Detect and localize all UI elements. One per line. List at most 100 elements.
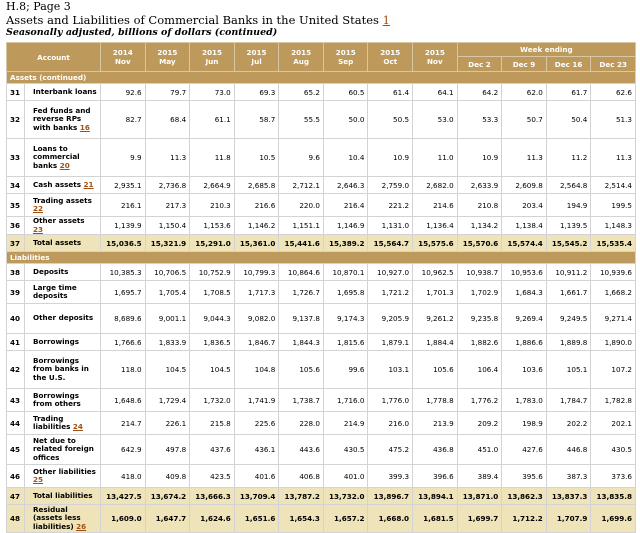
value-cell: 1,695.8: [322, 280, 369, 304]
value-cell: 1,699.7: [456, 504, 503, 533]
line-number: 37: [6, 234, 25, 252]
row-label-text: Borrowings from others: [33, 390, 81, 408]
value-cell: 475.2: [367, 434, 414, 465]
table-row: 48 Residual (assets less liabilities) 26 1…: [6, 504, 636, 533]
value-cell: 1,844.3: [278, 333, 324, 351]
month-column-header: 2015 Nov: [412, 42, 458, 72]
value-cell: 213.9: [412, 411, 458, 435]
week-column-header: Dec 2: [456, 56, 503, 72]
value-cell: 2,685.8: [233, 176, 280, 194]
column-month: Nov: [114, 57, 131, 66]
value-cell: 430.5: [590, 434, 636, 465]
value-cell: 15,389.2: [322, 234, 369, 252]
value-cell: 1,889.8: [545, 333, 592, 351]
value-cell: 2,759.0: [367, 176, 414, 194]
page-reference: H.8; Page 3: [6, 0, 71, 13]
value-cell: 210.8: [456, 193, 503, 217]
value-cell: 1,153.6: [189, 216, 235, 235]
value-cell: 396.6: [412, 464, 458, 488]
value-cell: 92.6: [100, 83, 146, 101]
value-cell: 9,271.4: [590, 303, 636, 334]
value-cell: 209.2: [456, 411, 503, 435]
value-cell: 1,651.6: [233, 504, 280, 533]
line-number: 33: [6, 138, 25, 177]
month-column-header: 2015 Oct: [367, 42, 414, 72]
value-cell: 210.3: [189, 193, 235, 217]
row-label-text: Total assets: [33, 237, 82, 247]
value-cell: 13,787.2: [278, 487, 324, 505]
value-cell: 1,836.5: [189, 333, 235, 351]
row-label-text: Deposits: [33, 266, 69, 276]
value-cell: 15,036.5: [100, 234, 146, 252]
table-row: 33 Loans to commercial banks 20 9.9 11.3 11.…: [6, 138, 636, 177]
value-cell: 69.3: [233, 83, 280, 101]
value-cell: 104.5: [189, 350, 235, 389]
table-header: Account 2014 Nov 2015 May 2015 Jun 2015 Jul 2015…: [5, 42, 637, 72]
value-cell: 1,766.6: [100, 333, 146, 351]
value-cell: 226.1: [144, 411, 191, 435]
title-footnote-link[interactable]: 1: [383, 13, 390, 27]
month-column-header: 2015 Jul: [233, 42, 280, 72]
line-number: 39: [6, 280, 25, 304]
row-label-text: Other deposits: [33, 313, 94, 323]
value-cell: 1,131.0: [367, 216, 414, 235]
value-cell: 13,666.3: [189, 487, 235, 505]
value-cell: 11.3: [144, 138, 191, 177]
month-column-header: 2014 Nov: [100, 42, 146, 72]
value-cell: 105.6: [412, 350, 458, 389]
footnote-link[interactable]: 23: [33, 225, 43, 234]
value-cell: 1,648.6: [100, 388, 146, 412]
footnote-link[interactable]: 21: [84, 180, 94, 189]
value-cell: 1,705.4: [144, 280, 191, 304]
value-cell: 50.0: [322, 100, 369, 139]
value-cell: 55.5: [278, 100, 324, 139]
value-cell: 15,321.9: [144, 234, 191, 252]
value-cell: 406.8: [278, 464, 324, 488]
balance-sheet-table: Account 2014 Nov 2015 May 2015 Jun 2015 Jul 2015…: [5, 42, 637, 533]
value-cell: 1,609.0: [100, 504, 146, 533]
footnote-link[interactable]: 24: [73, 422, 83, 431]
row-label-text: Borrowings: [33, 336, 80, 346]
row-label-text: Net due to related foreign offices: [33, 435, 94, 462]
footnote-link[interactable]: 20: [60, 161, 70, 170]
value-cell: 1,726.7: [278, 280, 324, 304]
value-cell: 106.4: [456, 350, 503, 389]
value-cell: 1,139.5: [545, 216, 592, 235]
value-cell: 1,148.3: [590, 216, 636, 235]
value-cell: 9,137.8: [278, 303, 324, 334]
value-cell: 220.0: [278, 193, 324, 217]
value-cell: 225.6: [233, 411, 280, 435]
value-cell: 10,938.7: [456, 263, 503, 281]
value-cell: 642.9: [100, 434, 146, 465]
value-cell: 228.0: [278, 411, 324, 435]
row-label: Large time deposits: [23, 280, 102, 304]
value-cell: 10.5: [233, 138, 280, 177]
value-cell: 8,689.6: [100, 303, 146, 334]
value-cell: 103.1: [367, 350, 414, 389]
value-cell: 9,269.4: [501, 303, 547, 334]
footnote-link[interactable]: 16: [80, 123, 90, 132]
report-header: H.8; Page 3 Assets and Liabilities of Co…: [6, 0, 390, 39]
value-cell: 216.1: [100, 193, 146, 217]
footnote-link[interactable]: 22: [33, 204, 43, 213]
value-cell: 10,706.5: [144, 263, 191, 281]
column-month: Aug: [293, 57, 310, 66]
line-number: 34: [6, 176, 25, 194]
month-column-header: 2015 May: [144, 42, 191, 72]
value-cell: 105.6: [278, 350, 324, 389]
week-column-header: Dec 16: [545, 56, 592, 72]
footnote-link[interactable]: 26: [76, 522, 86, 531]
value-cell: 62.6: [590, 83, 636, 101]
value-cell: 9.9: [100, 138, 146, 177]
value-cell: 10,864.6: [278, 263, 324, 281]
value-cell: 1,701.3: [412, 280, 458, 304]
value-cell: 10.9: [456, 138, 503, 177]
column-month: Jul: [251, 57, 262, 66]
column-year: 2015: [380, 48, 401, 57]
footnote-link[interactable]: 25: [33, 475, 43, 484]
value-cell: 1,884.4: [412, 333, 458, 351]
value-cell: 1,138.4: [501, 216, 547, 235]
value-cell: 15,535.4: [590, 234, 636, 252]
value-cell: 82.7: [100, 100, 146, 139]
value-cell: 2,564.8: [545, 176, 592, 194]
